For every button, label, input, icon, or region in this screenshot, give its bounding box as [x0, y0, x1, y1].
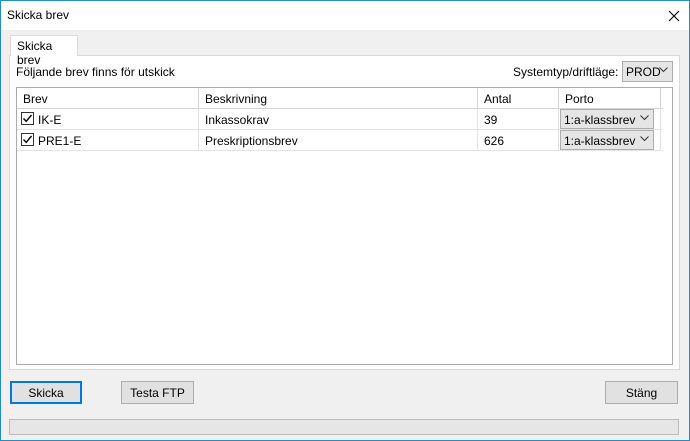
test-ftp-button[interactable]: Testa FTP	[121, 381, 194, 404]
brev-code: IK-E	[38, 113, 62, 127]
porto-select[interactable]: 1:a-klassbrev	[560, 109, 654, 129]
progress-bar	[9, 419, 679, 435]
chevron-down-icon	[640, 136, 649, 142]
column-header-porto[interactable]: Porto	[559, 88, 661, 109]
letters-grid: Brev Beskrivning Antal Porto IK-E Inkass…	[16, 87, 673, 365]
brev-code: PRE1-E	[38, 134, 82, 148]
window-title: Skicka brev	[7, 8, 70, 22]
systype-select[interactable]: PROD	[622, 61, 673, 82]
column-header-antal[interactable]: Antal	[478, 88, 559, 109]
porto-cell: 1:a-klassbrev	[559, 109, 661, 130]
chevron-down-icon	[640, 115, 649, 121]
table-row[interactable]: PRE1-E Preskriptionsbrev 626 1:a-klassbr…	[17, 130, 663, 151]
checkmark-icon	[22, 114, 33, 123]
chevron-down-icon	[659, 67, 668, 73]
row-checkbox[interactable]	[21, 112, 34, 125]
grid-header: Brev Beskrivning Antal Porto	[17, 88, 663, 109]
porto-value: 1:a-klassbrev	[564, 134, 636, 148]
close-icon	[668, 10, 680, 21]
porto-value: 1:a-klassbrev	[564, 113, 636, 127]
list-caption: Följande brev finns för utskick	[16, 65, 175, 79]
porto-cell: 1:a-klassbrev	[559, 130, 661, 151]
beskrivning-cell: Preskriptionsbrev	[199, 130, 478, 151]
row-checkbox[interactable]	[21, 133, 34, 146]
systype-label: Systemtyp/driftläge:	[513, 65, 619, 79]
beskrivning-cell: Inkassokrav	[199, 109, 478, 130]
send-button[interactable]: Skicka	[10, 381, 82, 404]
send-letters-window: Skicka brev Skicka brev Följande brev fi…	[0, 0, 690, 441]
close-window-button[interactable]	[659, 1, 689, 30]
tab-skicka-brev[interactable]: Skicka brev	[10, 35, 78, 67]
porto-select[interactable]: 1:a-klassbrev	[560, 130, 654, 150]
table-row[interactable]: IK-E Inkassokrav 39 1:a-klassbrev	[17, 109, 663, 130]
antal-cell: 39	[478, 109, 559, 130]
brev-cell: PRE1-E	[17, 130, 199, 151]
systype-value: PROD	[626, 65, 661, 79]
title-bar: Skicka brev	[1, 1, 689, 30]
column-header-beskrivning[interactable]: Beskrivning	[199, 88, 478, 109]
column-header-brev[interactable]: Brev	[17, 88, 199, 109]
close-button[interactable]: Stäng	[605, 381, 678, 404]
checkmark-icon	[22, 135, 33, 144]
tab-panel: Följande brev finns för utskick Systemty…	[9, 55, 680, 370]
brev-cell: IK-E	[17, 109, 199, 130]
antal-cell: 626	[478, 130, 559, 151]
